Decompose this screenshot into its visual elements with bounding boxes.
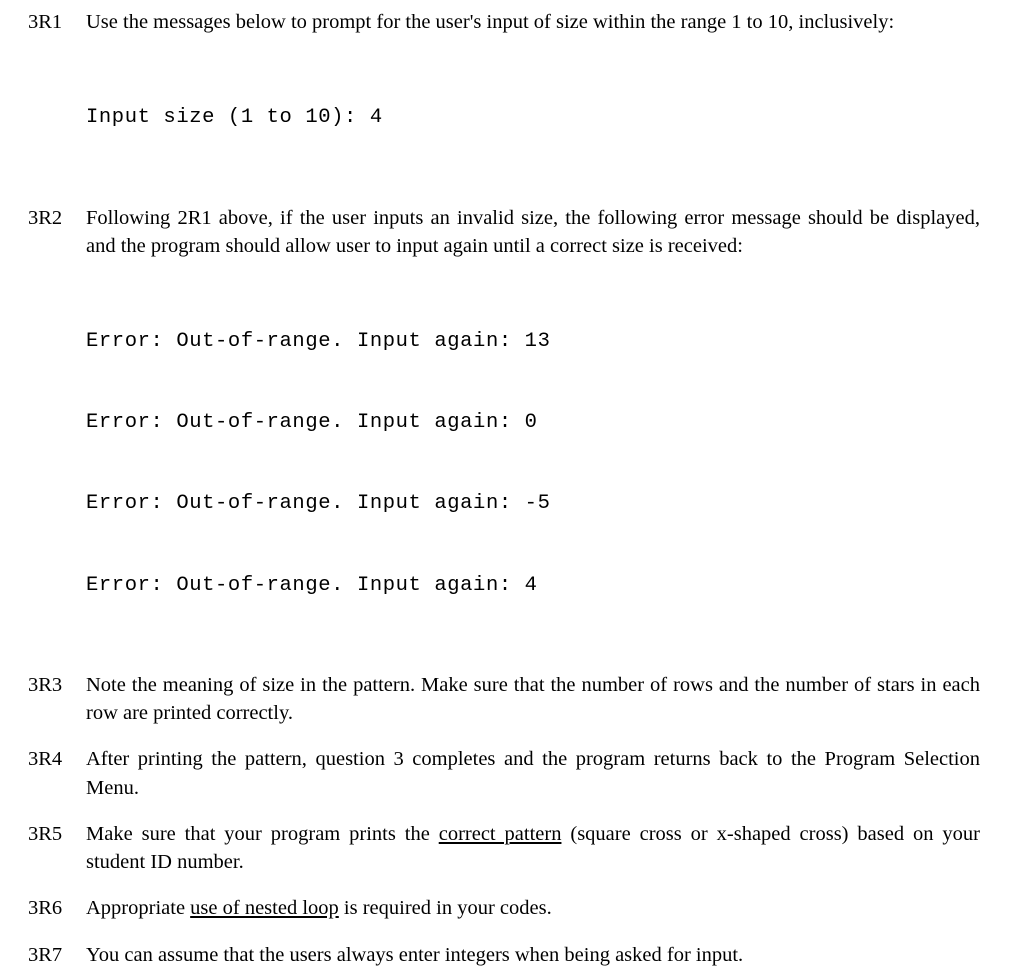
req-body: You can assume that the users always ent… [86, 941, 980, 969]
req-body: Make sure that your program prints the c… [86, 820, 980, 877]
requirement-3R5: 3R5 Make sure that your program prints t… [28, 820, 980, 877]
req-body: Following 2R1 above, if the user inputs … [86, 204, 980, 653]
req-label: 3R7 [28, 941, 86, 969]
requirement-3R3: 3R3 Note the meaning of size in the patt… [28, 671, 980, 728]
req-label: 3R2 [28, 204, 86, 232]
req-text-part: is required in your codes. [339, 897, 552, 919]
req-body: After printing the pattern, question 3 c… [86, 745, 980, 802]
requirement-3R7: 3R7 You can assume that the users always… [28, 941, 980, 969]
req-label: 3R1 [28, 8, 86, 36]
req-label: 3R3 [28, 671, 86, 699]
req-text-part: Appropriate [86, 897, 190, 919]
code-line: Error: Out-of-range. Input again: 13 [86, 328, 980, 355]
req-body: Use the messages below to prompt for the… [86, 8, 980, 186]
req-label: 3R6 [28, 894, 86, 922]
req-text-underline: use of nested loop [190, 897, 339, 919]
code-block: Error: Out-of-range. Input again: 13 Err… [86, 274, 980, 653]
code-line: Error: Out-of-range. Input again: 0 [86, 409, 980, 436]
req-text: After printing the pattern, question 3 c… [86, 748, 980, 798]
req-label: 3R5 [28, 820, 86, 848]
req-text-underline: correct pattern [439, 823, 562, 845]
code-line: Error: Out-of-range. Input again: 4 [86, 572, 980, 599]
req-text-part: Make sure that your program prints the [86, 823, 439, 845]
requirement-3R4: 3R4 After printing the pattern, question… [28, 745, 980, 802]
req-text: Use the messages below to prompt for the… [86, 11, 894, 33]
req-text: Following 2R1 above, if the user inputs … [86, 207, 980, 257]
req-text: You can assume that the users always ent… [86, 944, 743, 966]
code-line: Error: Out-of-range. Input again: -5 [86, 490, 980, 517]
req-text: Note the meaning of size in the pattern.… [86, 674, 980, 724]
req-body: Note the meaning of size in the pattern.… [86, 671, 980, 728]
requirement-3R1: 3R1 Use the messages below to prompt for… [28, 8, 980, 186]
code-block: Input size (1 to 10): 4 [86, 50, 980, 185]
req-body: Appropriate use of nested loop is requir… [86, 894, 980, 922]
req-label: 3R4 [28, 745, 86, 773]
requirement-3R2: 3R2 Following 2R1 above, if the user inp… [28, 204, 980, 653]
code-line: Input size (1 to 10): 4 [86, 104, 980, 131]
requirement-3R6: 3R6 Appropriate use of nested loop is re… [28, 894, 980, 922]
